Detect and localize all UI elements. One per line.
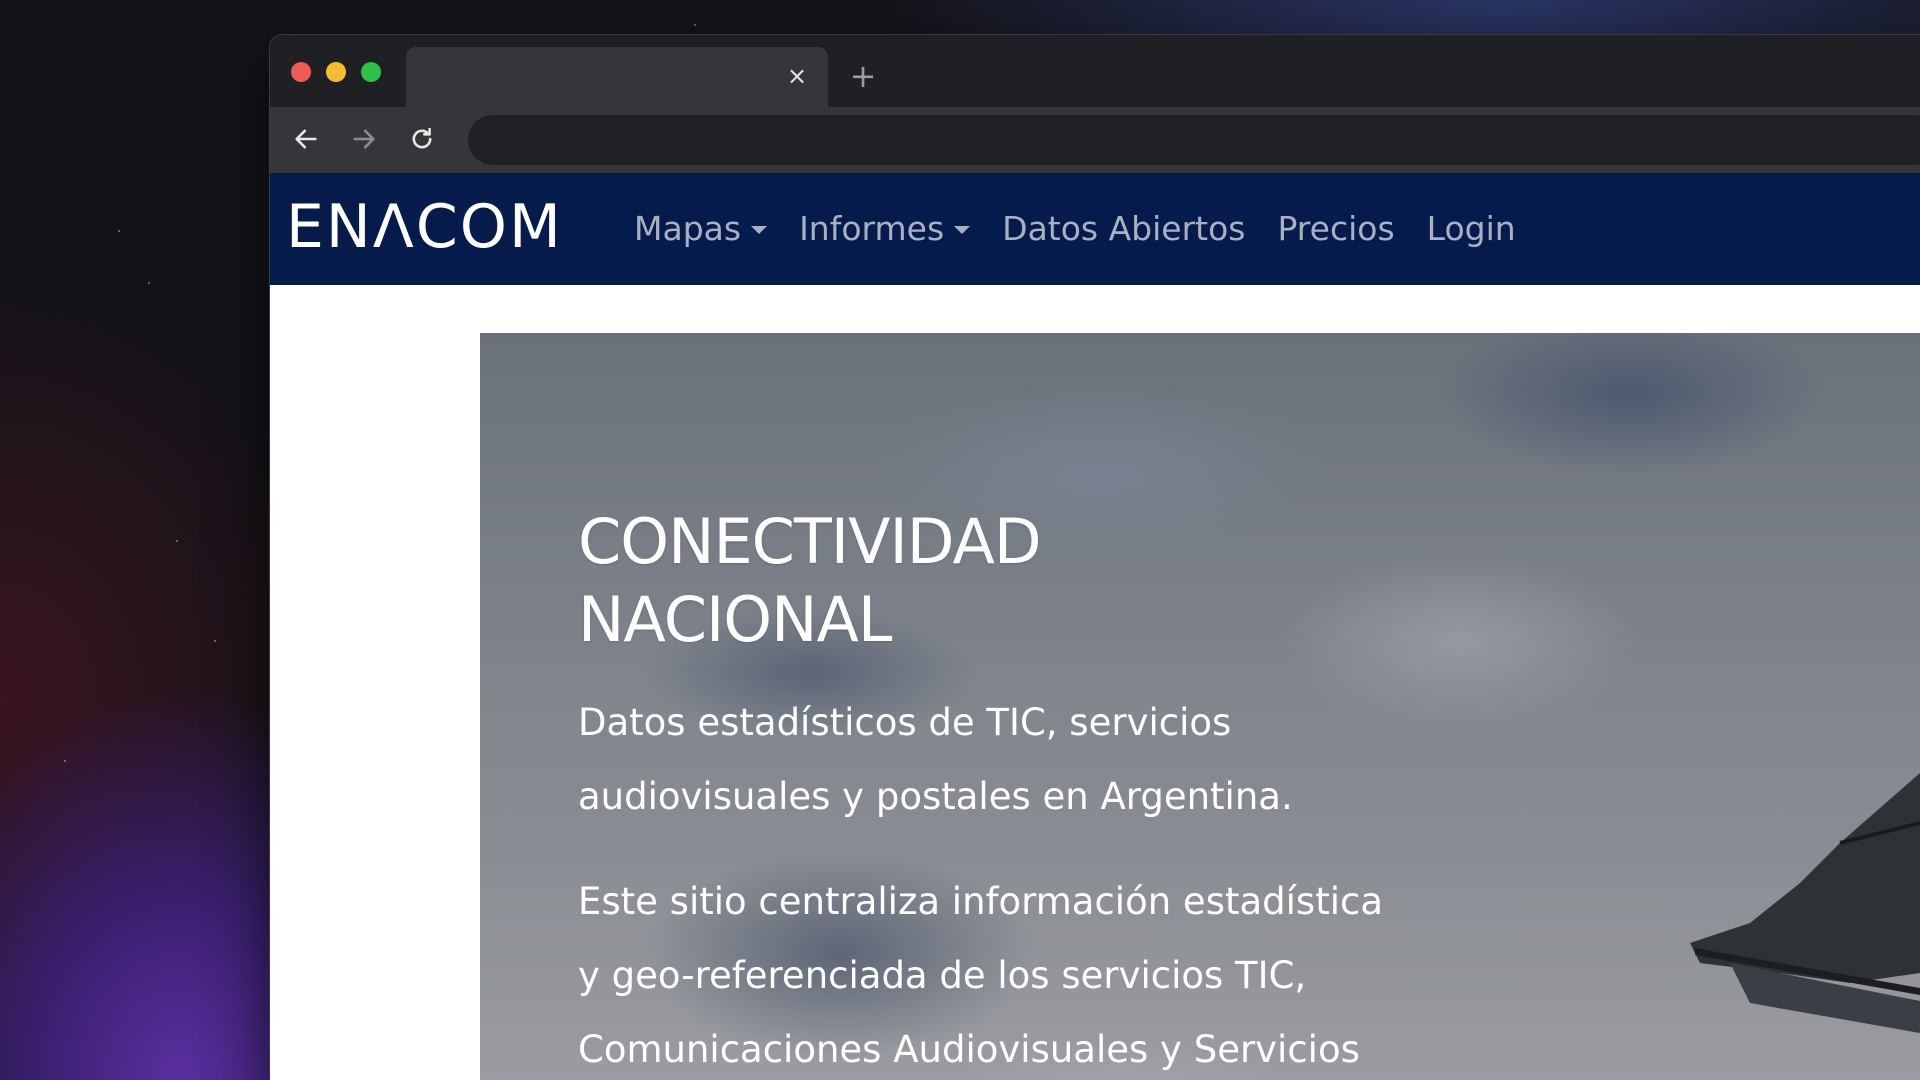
background-star: [214, 640, 216, 642]
nav-item-label: Login: [1426, 209, 1516, 248]
background-star: [176, 540, 178, 542]
maximize-window-button[interactable]: [361, 62, 381, 82]
background-star: [64, 760, 66, 762]
hero-description: Este sitio centraliza información estadí…: [578, 865, 1478, 1080]
nav-item-informes[interactable]: Informes: [799, 207, 971, 251]
back-button[interactable]: [288, 121, 324, 157]
browser-toolbar: [270, 107, 1920, 173]
hero-title: CONECTIVIDAD NACIONAL: [578, 503, 1278, 659]
enacom-logo[interactable]: ENΛCOM: [286, 195, 563, 259]
main-menu: Mapas Informes Datos Abiertos Precios Lo…: [634, 207, 1548, 251]
hero-description-line: Comunicaciones Audiovisuales y Servicios: [578, 1028, 1360, 1071]
hero-subtitle: Datos estadísticos de TIC, servicios aud…: [578, 686, 1478, 834]
nav-item-precios[interactable]: Precios: [1277, 207, 1394, 251]
reload-button[interactable]: [404, 121, 440, 157]
minimize-window-button[interactable]: [326, 62, 346, 82]
hero-subtitle-line: Datos estadísticos de TIC, servicios: [578, 701, 1232, 744]
caret-down-icon: [954, 226, 971, 234]
page-viewport: ENΛCOM Mapas Informes Datos Abiertos Pre…: [270, 173, 1920, 1080]
hero-banner: CONECTIVIDAD NACIONAL Datos estadísticos…: [480, 333, 1920, 1080]
tab-bar: × +: [270, 35, 1920, 109]
browser-tab[interactable]: ×: [406, 47, 828, 109]
building-structure-image: [1690, 773, 1920, 1033]
browser-window: × + ENΛCOM Mapas Informes Datos Abiertos…: [270, 35, 1920, 1080]
close-window-button[interactable]: [291, 62, 311, 82]
close-icon[interactable]: ×: [782, 61, 812, 91]
hero-subtitle-line: audiovisuales y postales en Argentina.: [578, 775, 1293, 818]
nav-item-mapas[interactable]: Mapas: [634, 207, 768, 251]
nav-item-label: Datos Abiertos: [1002, 209, 1246, 248]
nav-item-label: Precios: [1277, 209, 1395, 248]
caret-down-icon: [751, 226, 768, 234]
arrow-right-icon: [353, 129, 375, 149]
address-bar[interactable]: [468, 115, 1920, 165]
background-star: [148, 282, 150, 284]
reload-icon: [412, 127, 432, 149]
background-star: [118, 230, 120, 232]
forward-button[interactable]: [346, 121, 382, 157]
plus-icon[interactable]: +: [848, 60, 878, 92]
site-navbar: ENΛCOM Mapas Informes Datos Abiertos Pre…: [270, 173, 1920, 285]
hero-description-line: y geo-referenciada de los servicios TIC,: [578, 954, 1307, 997]
nav-item-login[interactable]: Login: [1427, 207, 1516, 251]
arrow-left-icon: [295, 129, 317, 149]
nav-item-label: Informes: [799, 209, 945, 248]
hero-title-line: NACIONAL: [578, 583, 892, 656]
background-star: [694, 24, 696, 26]
nav-item-datos-abiertos[interactable]: Datos Abiertos: [1002, 207, 1245, 251]
hero-title-line: CONECTIVIDAD: [578, 505, 1042, 578]
hero-description-line: Este sitio centraliza información estadí…: [578, 880, 1384, 923]
nav-item-label: Mapas: [634, 209, 742, 248]
